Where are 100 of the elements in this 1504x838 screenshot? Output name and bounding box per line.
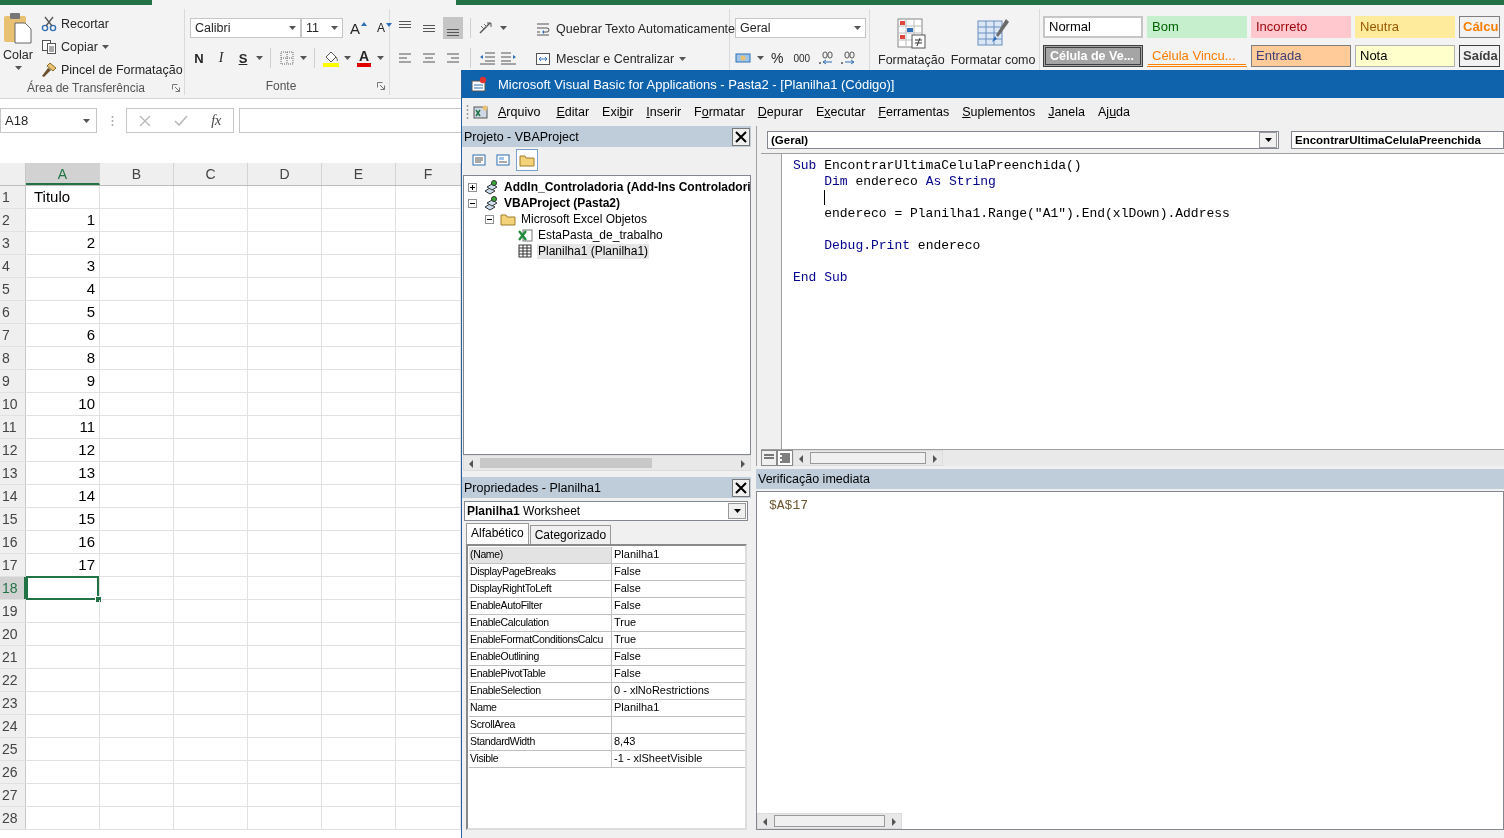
menu-item[interactable]: Formatar — [689, 102, 750, 121]
property-value[interactable]: 0 - xlNoRestrictions — [612, 683, 745, 699]
tree-item[interactable]: VBAProject (Pasta2) — [503, 195, 622, 211]
property-value[interactable]: True — [612, 615, 745, 631]
shrink-font-button[interactable]: A — [374, 21, 396, 35]
cell-style[interactable]: Neutra — [1355, 16, 1455, 38]
number-format-field[interactable]: Geral — [735, 18, 866, 38]
property-name[interactable]: EnableCalculation — [469, 615, 612, 631]
column-header[interactable]: B — [100, 163, 174, 185]
format-painter-button[interactable]: Pincel de Formatação — [41, 58, 183, 81]
menu-item[interactable]: Exibir — [597, 102, 639, 121]
wrap-text-button[interactable]: Quebrar Texto Automaticamente — [535, 19, 736, 39]
dialog-launcher-icon[interactable] — [377, 82, 385, 90]
row-header[interactable]: 3 — [0, 232, 26, 254]
row-header[interactable]: 1 — [0, 186, 26, 208]
property-value[interactable]: False — [612, 649, 745, 665]
property-name[interactable]: ScrollArea — [469, 717, 612, 733]
menu-item[interactable]: Suplementos — [957, 102, 1041, 121]
format-as-table-button[interactable]: Formatar como — [950, 17, 1036, 69]
decrease-decimal-icon[interactable] — [839, 50, 858, 66]
tree-item[interactable]: Microsoft Excel Objetos — [520, 211, 649, 227]
font-size-field[interactable]: 11 — [301, 18, 343, 38]
grow-font-button[interactable]: A — [347, 19, 370, 37]
property-name[interactable]: StandardWidth — [469, 734, 612, 750]
thousands-button[interactable]: 000 — [790, 48, 814, 68]
property-value[interactable]: -1 - xlSheetVisible — [612, 751, 745, 767]
property-name[interactable]: EnableOutlining — [469, 649, 612, 665]
cell-style[interactable]: Incorreto — [1251, 16, 1351, 38]
column-header[interactable]: C — [174, 163, 248, 185]
row-header[interactable]: 2 — [0, 209, 26, 231]
menu-item[interactable]: Inserir — [641, 102, 687, 121]
insert-function-button[interactable]: fx — [211, 112, 222, 129]
underline-button[interactable]: S — [234, 48, 252, 68]
tree-toggle[interactable] — [468, 182, 477, 192]
tab[interactable]: Categorizado — [529, 525, 612, 544]
tab[interactable]: Alfabético — [466, 523, 529, 544]
paste-button[interactable]: Colar — [0, 9, 36, 81]
close-button[interactable] — [732, 478, 750, 497]
tree-item[interactable]: AddIn_Controladoria (Add-Ins Controladori — [503, 179, 750, 195]
row-header[interactable]: 14 — [0, 485, 26, 507]
row-header[interactable]: 7 — [0, 324, 26, 346]
menu-item[interactable]: Executar — [811, 102, 871, 121]
property-value[interactable]: Planilha1 — [612, 700, 745, 716]
tree-toggle[interactable] — [485, 214, 494, 224]
row-header[interactable]: 22 — [0, 669, 26, 691]
full-module-view-button[interactable] — [777, 450, 793, 466]
dropdown-button[interactable] — [728, 503, 746, 519]
property-value[interactable]: True — [612, 632, 745, 648]
menu-item[interactable]: Arquivo — [493, 102, 546, 121]
bold-button[interactable]: N — [190, 48, 208, 68]
cell-style[interactable]: Normal — [1043, 16, 1143, 38]
close-button[interactable] — [732, 127, 750, 146]
row-header[interactable]: 6 — [0, 301, 26, 323]
cancel-icon[interactable] — [138, 114, 151, 127]
row-header[interactable]: 11 — [0, 416, 26, 438]
row-header[interactable]: 28 — [0, 807, 26, 829]
row-header[interactable]: 12 — [0, 439, 26, 461]
row-header[interactable]: 24 — [0, 715, 26, 737]
column-header[interactable]: A — [26, 163, 100, 185]
row-header[interactable]: 9 — [0, 370, 26, 392]
property-value[interactable]: False — [612, 598, 745, 614]
currency-icon[interactable] — [735, 50, 753, 66]
decrease-indent-icon[interactable] — [478, 50, 496, 66]
selected-cell[interactable] — [26, 576, 100, 600]
cell-style[interactable]: Entrada — [1251, 45, 1351, 67]
font-color-button[interactable]: A — [355, 48, 373, 68]
row-header[interactable]: 25 — [0, 738, 26, 760]
font-name-field[interactable]: Calibri — [190, 18, 301, 38]
merge-center-button[interactable]: Mesclar e Centralizar — [535, 49, 736, 69]
conditional-formatting-button[interactable]: Formatação — [878, 17, 945, 69]
row-header[interactable]: 4 — [0, 255, 26, 277]
cut-button[interactable]: Recortar — [41, 12, 183, 35]
row-header[interactable]: 21 — [0, 646, 26, 668]
horizontal-scrollbar[interactable] — [463, 455, 751, 471]
row-header[interactable]: 27 — [0, 784, 26, 806]
copy-button[interactable]: Copiar — [41, 35, 183, 58]
object-dropdown[interactable]: (Geral) — [767, 130, 1279, 149]
horizontal-scrollbar[interactable] — [793, 450, 943, 466]
row-header[interactable]: 23 — [0, 692, 26, 714]
property-name[interactable]: Name — [469, 700, 612, 716]
column-header[interactable]: D — [248, 163, 322, 185]
row-header[interactable]: 17 — [0, 554, 26, 576]
property-value[interactable]: Planilha1 — [612, 547, 745, 563]
property-name[interactable]: EnablePivotTable — [469, 666, 612, 682]
cell-style[interactable]: Saída — [1459, 45, 1500, 67]
row-header[interactable]: 10 — [0, 393, 26, 415]
property-value[interactable]: False — [612, 564, 745, 580]
row-header[interactable]: 8 — [0, 347, 26, 369]
property-name[interactable]: DisplayRightToLeft — [469, 581, 612, 597]
column-header[interactable]: E — [322, 163, 396, 185]
dialog-launcher-icon[interactable] — [172, 84, 180, 92]
property-name[interactable]: (Name) — [469, 547, 612, 563]
property-name[interactable]: EnableSelection — [469, 683, 612, 699]
menu-item[interactable]: Janela — [1043, 102, 1090, 121]
property-value[interactable]: 8,43 — [612, 734, 745, 750]
tree-toggle[interactable] — [468, 198, 477, 208]
percent-button[interactable]: % — [768, 48, 787, 68]
increase-indent-icon[interactable] — [500, 50, 518, 66]
align-bottom-button[interactable] — [443, 17, 463, 39]
row-header[interactable]: 18 — [0, 577, 26, 599]
